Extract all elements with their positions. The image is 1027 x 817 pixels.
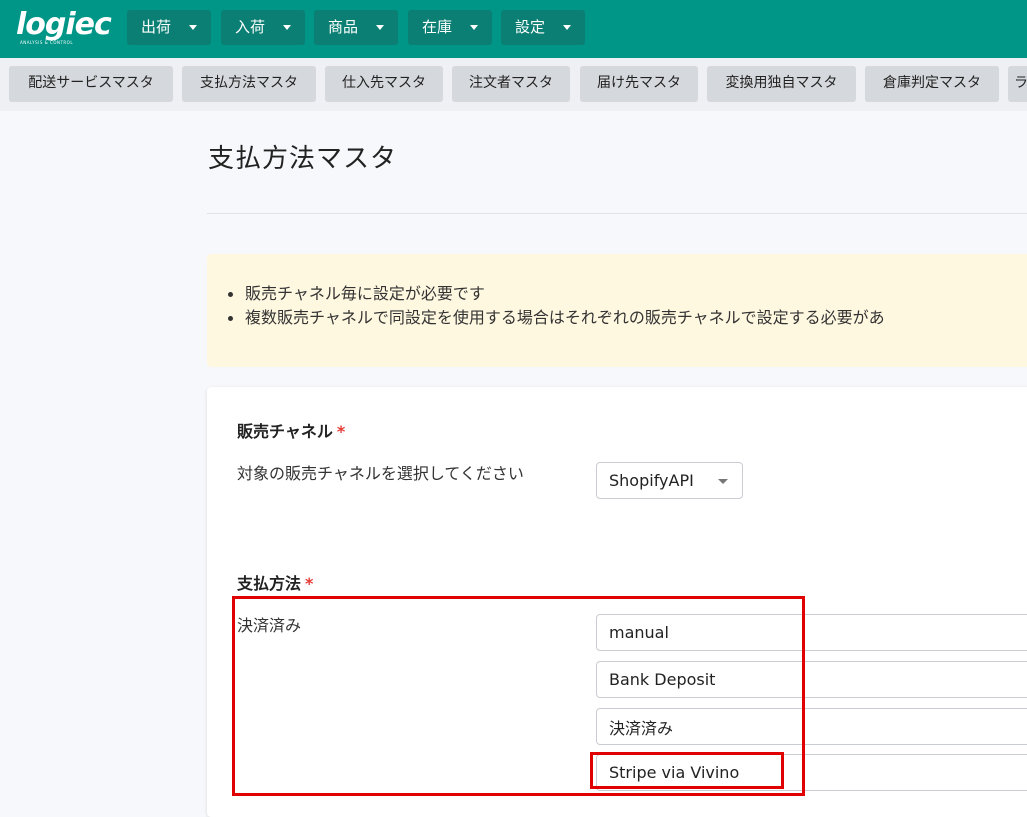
notice-item: 販売チャネル毎に設定が必要です [228, 282, 885, 306]
subnav-delivery-service-master[interactable]: 配送サービスマスタ [9, 66, 173, 102]
subnav-destination-master[interactable]: 届け先マスタ [580, 66, 698, 102]
top-navbar: logiec ANALYSIS & CONTROL 出荷 入荷 商品 在庫 設定 [0, 0, 1027, 58]
highlight-box-stripe-input [590, 752, 784, 789]
caret-down-icon [189, 25, 197, 30]
nav-label: 設定 [515, 18, 546, 36]
subnav-supplier-master[interactable]: 仕入先マスタ [325, 66, 443, 102]
channel-select-label: 対象の販売チャネルを選択してください [237, 464, 524, 483]
payment-section-title: 支払方法 * [237, 570, 313, 594]
master-toolbar: 配送サービスマスタ 支払方法マスタ 仕入先マスタ 注文者マスタ 届け先マスタ 変… [0, 58, 1027, 111]
page-title: 支払方法マスタ [208, 144, 398, 174]
nav-settings-menu[interactable]: 設定 [501, 10, 585, 45]
subnav-orderer-master[interactable]: 注文者マスタ [452, 66, 570, 102]
channel-select[interactable]: ShopifyAPI [596, 462, 743, 499]
notice-box: 販売チャネル毎に設定が必要です 複数販売チャネルで同設定を使用する場合はそれぞれ… [207, 254, 1027, 367]
channel-select-value: ShopifyAPI [609, 471, 694, 490]
nav-label: 出荷 [141, 18, 172, 36]
nav-label: 入荷 [235, 18, 266, 36]
caret-down-icon [470, 25, 478, 30]
notice-item: 複数販売チャネルで同設定を使用する場合はそれぞれの販売チャネルで設定する必要があ [228, 306, 885, 330]
channel-section-title: 販売チャネル * [237, 418, 345, 442]
nav-receiving-menu[interactable]: 入荷 [221, 10, 305, 45]
caret-down-icon [283, 25, 291, 30]
subnav-warehouse-master[interactable]: 倉庫判定マスタ [865, 66, 999, 102]
subnav-more[interactable]: ラ [1008, 66, 1027, 102]
caret-down-icon [376, 25, 384, 30]
required-mark: * [305, 574, 314, 593]
nav-inventory-menu[interactable]: 在庫 [408, 10, 492, 45]
nav-label: 在庫 [422, 18, 453, 36]
subnav-payment-method-master[interactable]: 支払方法マスタ [182, 66, 316, 102]
logiec-logo[interactable]: logiec ANALYSIS & CONTROL [16, 8, 112, 48]
notice-list: 販売チャネル毎に設定が必要です 複数販売チャネルで同設定を使用する場合はそれぞれ… [228, 282, 885, 330]
caret-down-icon [563, 25, 571, 30]
payment-section-label: 支払方法 [237, 574, 302, 593]
nav-shipping-menu[interactable]: 出荷 [127, 10, 211, 45]
channel-section-label: 販売チャネル [237, 422, 333, 441]
nav-products-menu[interactable]: 商品 [314, 10, 398, 45]
subnav-conversion-master[interactable]: 変換用独自マスタ [707, 66, 856, 102]
logo-text: logiec [16, 7, 112, 42]
logo-subtext: ANALYSIS & CONTROL [20, 40, 74, 45]
nav-label: 商品 [328, 18, 359, 36]
caret-down-icon [718, 479, 728, 484]
required-mark: * [336, 422, 346, 441]
title-divider [207, 213, 1027, 214]
